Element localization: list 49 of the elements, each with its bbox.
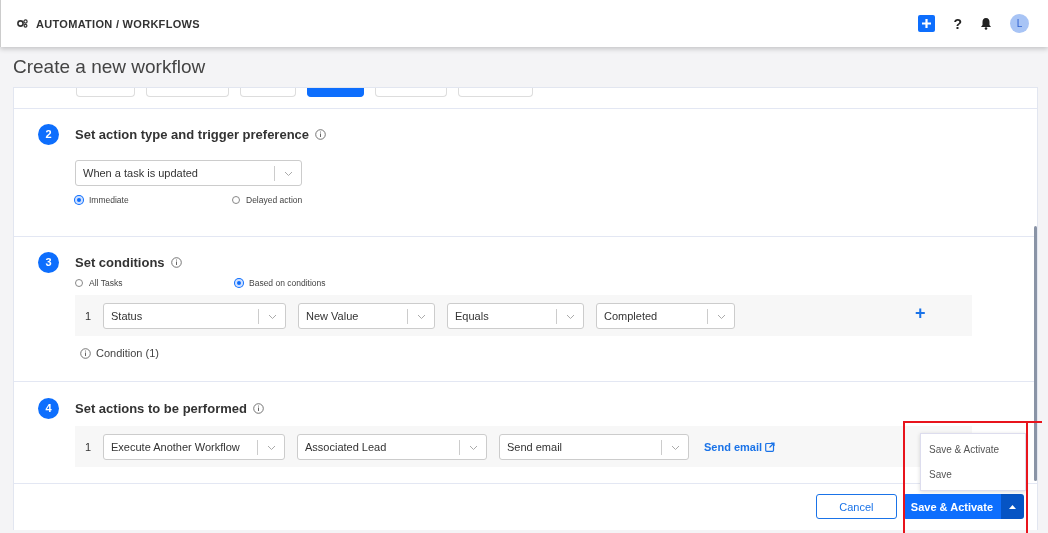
menu-item[interactable]: Save & Activate	[921, 437, 1025, 462]
add-condition-button[interactable]: +	[915, 303, 926, 324]
info-icon	[80, 347, 91, 359]
radio-option[interactable]: Immediate	[75, 195, 232, 205]
menu-item[interactable]: Save	[921, 462, 1025, 487]
chevron-down-icon[interactable]	[671, 444, 680, 451]
cancel-button[interactable]: Cancel	[815, 494, 897, 519]
radio-option[interactable]: Based on conditions	[235, 278, 395, 288]
dropdown-select[interactable]: Completed	[596, 302, 735, 329]
gears-icon	[17, 19, 28, 28]
chevron-down-icon[interactable]	[469, 444, 478, 451]
condition-count: Condition (1)	[96, 347, 159, 359]
section-title: Set conditions	[75, 254, 165, 270]
chevron-down-icon[interactable]	[268, 313, 277, 320]
chevron-down-icon[interactable]	[267, 444, 276, 451]
scrollbar[interactable]	[1034, 226, 1037, 481]
caret-icon	[1009, 504, 1016, 509]
step-number: 3	[38, 251, 59, 273]
step-number: 4	[38, 397, 59, 419]
radio-option[interactable]: Delayed action	[232, 195, 389, 205]
chevron-down-icon[interactable]	[717, 313, 726, 320]
dropdown-select[interactable]: Equals	[447, 302, 584, 329]
save-activate-button[interactable]: Save & Activate	[902, 494, 1001, 519]
row-index: 1	[83, 440, 91, 453]
radio-option[interactable]: All Tasks	[75, 278, 235, 288]
trigger-select[interactable]: When a task is updated	[75, 160, 302, 186]
section-title: Set actions to be performed	[75, 400, 247, 416]
dropdown-select[interactable]: Status	[103, 302, 286, 329]
dropdown-select[interactable]: New Value	[298, 302, 435, 329]
section-title: Set action type and trigger preference	[75, 126, 310, 142]
external-link-icon	[765, 441, 776, 452]
chevron-down-icon[interactable]	[284, 171, 293, 177]
dropdown-select[interactable]: Associated Lead	[297, 433, 487, 460]
dropdown-select[interactable]: Execute Another Workflow	[103, 433, 285, 460]
notification-bell-icon[interactable]	[980, 17, 992, 30]
chevron-down-icon[interactable]	[566, 313, 575, 320]
breadcrumb[interactable]: AUTOMATION / WORKFLOWS	[36, 17, 200, 30]
add-icon[interactable]	[918, 15, 936, 32]
dropdown-select[interactable]: Send email	[499, 433, 689, 460]
dropdown-toggle-button[interactable]	[1001, 494, 1024, 519]
row-index: 1	[83, 309, 91, 322]
info-icon[interactable]	[170, 256, 182, 268]
send-email-link[interactable]: Send email	[704, 440, 776, 453]
step-number: 2	[38, 123, 59, 145]
chevron-down-icon[interactable]	[417, 313, 426, 320]
info-icon[interactable]	[252, 402, 264, 414]
info-icon[interactable]	[315, 128, 327, 140]
help-button[interactable]: ?	[953, 15, 962, 32]
page-title: Create a new workflow	[12, 55, 207, 79]
